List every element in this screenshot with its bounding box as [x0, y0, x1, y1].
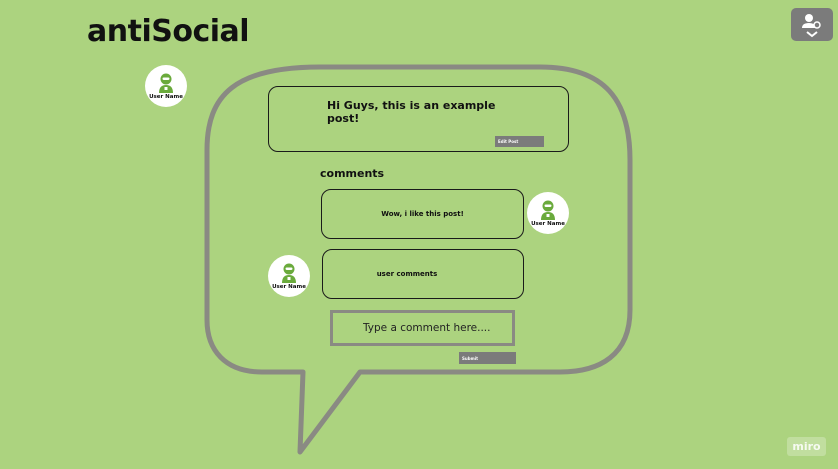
- user-avatar-icon: [282, 263, 296, 283]
- post-card: Hi Guys, this is an example post! Edit P…: [268, 86, 569, 152]
- comments-heading: comments: [320, 167, 385, 180]
- comment-text: Wow, i like this post!: [381, 210, 464, 218]
- edit-post-button[interactable]: Edit Post: [495, 136, 544, 147]
- comment-card: user comments: [322, 249, 524, 299]
- user-avatar-icon: [541, 200, 555, 220]
- post-author-name: User Name: [149, 93, 183, 100]
- comment-text: user comments: [376, 270, 438, 278]
- post-text: Hi Guys, this is an example post!: [327, 99, 496, 125]
- comment-author-avatar[interactable]: User Name: [268, 255, 310, 297]
- comment-author-name: User Name: [272, 283, 306, 290]
- submit-button[interactable]: Submit: [459, 352, 516, 364]
- comment-card: Wow, i like this post!: [321, 189, 524, 239]
- comment-author-name: User Name: [531, 220, 565, 227]
- comment-author-avatar[interactable]: User Name: [527, 192, 569, 234]
- miro-watermark: miro: [787, 437, 826, 456]
- post-author-avatar[interactable]: User Name: [145, 65, 187, 107]
- user-avatar-icon: [159, 73, 173, 93]
- comment-input[interactable]: [330, 310, 515, 346]
